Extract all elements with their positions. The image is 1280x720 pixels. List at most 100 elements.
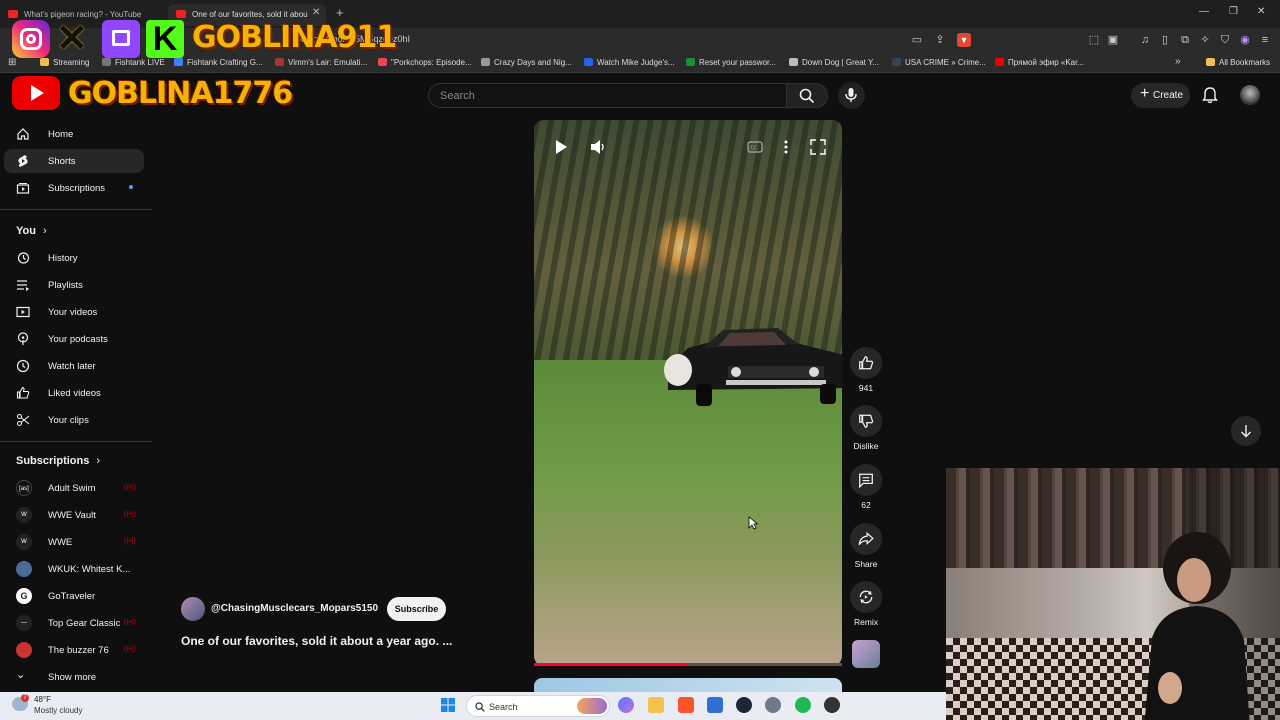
comments-action[interactable]: 62 xyxy=(850,464,882,510)
subscription-item[interactable]: W WWE ((•)) xyxy=(4,530,144,554)
restore-icon[interactable]: ❐ xyxy=(1229,6,1238,17)
weather-condition[interactable]: Mostly cloudy xyxy=(34,706,82,715)
weather-temperature[interactable]: 48°F xyxy=(34,695,51,704)
extensions-icon[interactable]: ⬚ xyxy=(1087,33,1101,47)
new-tab-icon[interactable]: + xyxy=(336,5,344,20)
channel-avatar[interactable] xyxy=(181,597,205,621)
settings-gear-icon[interactable] xyxy=(765,697,781,713)
leo-ai-icon[interactable]: ✧ xyxy=(1198,33,1212,47)
like-action[interactable]: 941 xyxy=(850,347,882,393)
sidebar-item-home[interactable]: Home xyxy=(4,122,144,146)
sidebar-item-label: Home xyxy=(48,129,74,140)
media-icon[interactable]: ♫ xyxy=(1138,33,1152,47)
wallet-icon[interactable]: ▣ xyxy=(1106,33,1120,47)
sidebar-item-playlists[interactable]: Playlists xyxy=(4,273,144,297)
home-icon xyxy=(17,128,29,140)
menu-icon[interactable]: ≡ xyxy=(1258,33,1272,47)
subscription-item[interactable]: W WWE Vault ((•)) xyxy=(4,503,144,527)
dislike-action[interactable]: Dislike xyxy=(850,405,882,451)
create-button[interactable]: + Create xyxy=(1131,83,1190,108)
twitch-logo-icon xyxy=(102,20,140,58)
captions-icon[interactable]: CC xyxy=(746,138,764,156)
vpn-icon[interactable]: ⛉ xyxy=(1218,33,1232,47)
sidebar-item-podcasts[interactable]: Your podcasts xyxy=(4,327,144,351)
chevron-right-icon: › xyxy=(43,225,47,237)
bookmark-item[interactable]: Watch Mike Judge's... xyxy=(584,58,675,67)
bookmark-item[interactable]: USA CRIME » Crime... xyxy=(892,58,986,67)
copilot-icon[interactable] xyxy=(618,697,634,713)
sidebar-item-liked-videos[interactable]: Liked videos xyxy=(4,381,144,405)
bookmark-item[interactable]: Crazy Days and Nig... xyxy=(481,58,572,67)
sidebar-toggle-icon[interactable]: ▯ xyxy=(1158,33,1172,47)
bookmark-item[interactable]: Прямой эфир «Kar... xyxy=(995,58,1084,67)
subscribe-button[interactable]: Subscribe xyxy=(387,597,446,621)
sidebar-item-history[interactable]: History xyxy=(4,246,144,270)
notepad-icon[interactable] xyxy=(707,697,723,713)
search-input[interactable]: Search xyxy=(428,83,786,108)
spotify-icon[interactable] xyxy=(795,697,811,713)
share-page-icon[interactable]: ⇪ xyxy=(933,33,947,47)
short-video-player[interactable]: CC xyxy=(534,120,842,666)
sidebar-item-label: History xyxy=(48,253,78,264)
taskbar-search-label: Search xyxy=(489,702,518,712)
profile-menu-icon[interactable]: ◉ xyxy=(1238,33,1252,47)
fullscreen-icon[interactable] xyxy=(809,138,827,156)
subscription-item[interactable]: The buzzer 76 ((•)) xyxy=(4,638,144,662)
bookmark-item[interactable]: Down Dog | Great Y... xyxy=(789,58,879,67)
live-indicator-icon: ((•)) xyxy=(124,538,136,545)
share-action[interactable]: Share xyxy=(850,523,882,569)
subscription-label: Top Gear Classic xyxy=(48,618,121,629)
remix-action[interactable]: Remix xyxy=(850,581,882,627)
video-progress-fill xyxy=(534,663,688,666)
bookmark-item[interactable]: Reset your passwor... xyxy=(686,58,776,67)
you-section-heading[interactable]: You › xyxy=(16,225,47,237)
sidebar-item-label: Your clips xyxy=(48,415,89,426)
cast-icon[interactable]: ▭ xyxy=(910,33,924,47)
search-button[interactable] xyxy=(786,83,828,108)
notifications-bell-icon[interactable] xyxy=(1200,85,1220,105)
subscription-item[interactable]: G GoTraveler xyxy=(4,584,144,608)
all-bookmarks-folder[interactable]: All Bookmarks xyxy=(1206,58,1270,67)
more-options-icon[interactable] xyxy=(777,138,795,156)
steam-icon[interactable] xyxy=(736,697,752,713)
taskbar-search-box[interactable]: Search xyxy=(466,695,610,717)
file-explorer-icon[interactable] xyxy=(648,697,664,713)
remix-label: Remix xyxy=(853,617,879,627)
sidebar-item-label: Playlists xyxy=(48,280,83,291)
show-more-button[interactable]: ⌄ Show more xyxy=(4,665,144,689)
sidebar-item-your-videos[interactable]: Your videos xyxy=(4,300,144,324)
subscription-item[interactable]: — Top Gear Classic ((•)) xyxy=(4,611,144,635)
brave-browser-icon[interactable] xyxy=(678,697,694,713)
close-window-icon[interactable]: ✕ xyxy=(1257,6,1265,17)
next-short-preview[interactable] xyxy=(534,678,842,692)
windows-start-icon[interactable] xyxy=(440,697,456,713)
account-avatar[interactable] xyxy=(1240,85,1260,105)
sidebar-item-subscriptions[interactable]: Subscriptions xyxy=(4,176,144,200)
sidebar-item-watch-later[interactable]: Watch later xyxy=(4,354,144,378)
brave-shield-icon[interactable]: ▼ xyxy=(957,33,971,47)
weather-badge: 7 xyxy=(21,694,29,702)
subscription-item[interactable]: [as] Adult Swim ((•)) xyxy=(4,476,144,500)
more-bookmarks-icon[interactable]: » xyxy=(1175,56,1181,67)
voice-search-button[interactable] xyxy=(838,82,865,109)
share-label: Share xyxy=(854,559,878,569)
gotraveler-avatar: G xyxy=(16,588,32,604)
audio-track-thumbnail[interactable] xyxy=(852,640,880,668)
short-title[interactable]: One of our favorites, sold it about a ye… xyxy=(181,634,452,648)
show-more-label: Show more xyxy=(48,672,97,683)
tab-search-icon[interactable]: ⧉ xyxy=(1178,33,1192,47)
minimize-icon[interactable]: — xyxy=(1199,6,1209,17)
next-short-button[interactable] xyxy=(1231,416,1261,446)
kick-logo-icon: K xyxy=(146,20,184,58)
channel-name[interactable]: @ChasingMusclecars_Mopars5150 xyxy=(211,603,378,614)
live-indicator-icon: ((•)) xyxy=(124,646,136,653)
video-progress-bar[interactable] xyxy=(534,663,842,666)
volume-icon[interactable] xyxy=(589,138,607,156)
subscription-item[interactable]: WKUK: Whitest K... xyxy=(4,557,144,581)
bookmark-item[interactable]: "Porkchops: Episode... xyxy=(378,58,472,67)
obs-icon[interactable] xyxy=(824,697,840,713)
play-icon[interactable] xyxy=(552,138,570,156)
sidebar-item-clips[interactable]: Your clips xyxy=(4,408,144,432)
subscriptions-section-heading[interactable]: Subscriptions › xyxy=(16,455,100,467)
sidebar-item-shorts[interactable]: Shorts xyxy=(4,149,144,173)
